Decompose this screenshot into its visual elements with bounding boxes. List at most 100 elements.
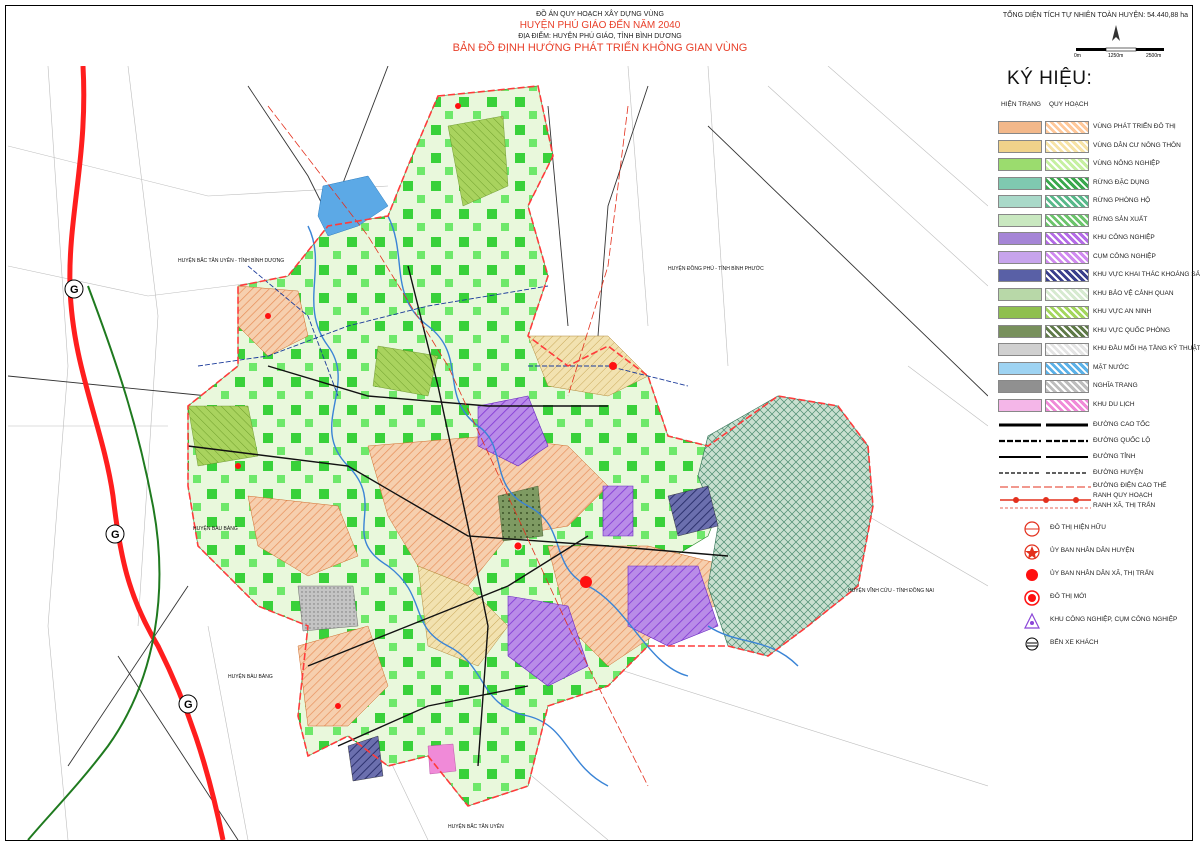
legend-label: KHU ĐẦU MỐI HẠ TẦNG KỸ THUẬT	[1093, 345, 1200, 352]
legend-item: RỪNG ĐẶC DỤNG	[995, 176, 1190, 192]
industrial-park-d	[602, 485, 634, 537]
legend-swatch-existing	[998, 176, 1042, 190]
legend-road-label: ĐƯỜNG QUỐC LỘ	[1093, 437, 1151, 444]
cemetery-area	[297, 585, 359, 632]
legend-item: VÙNG DÂN CƯ NÔNG THÔN	[995, 139, 1190, 155]
legend-swatch-planned	[1045, 287, 1089, 301]
scale-0: 0m	[1074, 53, 1081, 58]
legend-symbol: ĐÔ THỊ MỚI	[995, 589, 1190, 607]
legend-road-line	[999, 456, 1041, 458]
legend-swatch-planned	[1045, 158, 1089, 171]
location-line: ĐỊA ĐIỂM: HUYỆN PHÚ GIÁO, TỈNH BÌNH DƯƠN…	[518, 33, 682, 40]
planning-map[interactable]: G G G HUYỆN BẮC TÂN UYÊN - TỈNH BÌNH DƯƠ…	[8, 66, 988, 840]
legend-label: CỤM CÔNG NGHIỆP	[1093, 252, 1156, 260]
legend-label: KHU VỰC AN NINH	[1093, 308, 1152, 315]
legend-swatch-planned	[1045, 176, 1089, 190]
legend-symbol: ỦY BAN NHÂN DÂN HUYỆN	[995, 543, 1190, 561]
legend-swatch-planned	[1045, 250, 1089, 264]
legend-label: RỪNG ĐẶC DỤNG	[1093, 178, 1150, 186]
expressway-marker-2: G	[105, 524, 125, 544]
scale-1: 1250m	[1108, 53, 1123, 58]
bus-station-icon	[1025, 637, 1039, 651]
legend-item: KHU VỰC AN NINH	[995, 305, 1190, 321]
legend-label: KHU DU LỊCH	[1093, 400, 1135, 408]
title-block: ĐỒ ÁN QUY HOẠCH XÂY DỰNG VÙNG HUYỆN PHÚ …	[420, 10, 780, 55]
scale-2: 2500m	[1146, 53, 1161, 58]
expressway-marker-3: G	[178, 694, 198, 714]
legend-swatch-existing	[998, 121, 1042, 134]
legend-swatch-existing	[998, 361, 1042, 375]
legend-swatch-existing	[998, 306, 1042, 319]
legend-road-line	[999, 423, 1041, 427]
legend-road-line	[1046, 423, 1088, 427]
plan-title: HUYỆN PHÚ GIÁO ĐẾN NĂM 2040	[519, 20, 681, 31]
project-name: ĐỒ ÁN QUY HOẠCH XÂY DỰNG VÙNG	[536, 11, 664, 18]
north-arrow-icon	[1112, 25, 1120, 41]
legend-item: KHU ĐẦU MỐI HẠ TẦNG KỸ THUẬT	[995, 342, 1200, 358]
legend-item: RỪNG PHÒNG HỘ	[995, 194, 1190, 210]
legend-label: VÙNG PHÁT TRIỂN ĐÔ THỊ	[1093, 123, 1176, 130]
legend-item: KHU CÔNG NGHIỆP	[995, 231, 1190, 247]
legend-title: KÝ HIỆU:	[1007, 68, 1093, 89]
legend-swatch-planned	[1045, 195, 1089, 208]
svg-text:G: G	[70, 284, 79, 296]
security-area-west	[187, 405, 259, 467]
neighbor-label-4: HUYỆN BÀU BÀNG	[228, 672, 273, 680]
legend-swatch-existing	[998, 380, 1042, 393]
legend-swatch-planned	[1045, 324, 1089, 338]
legend-item: KHU VỰC QUỐC PHÒNG	[995, 324, 1190, 340]
legend-symbol: BẾN XE KHÁCH	[995, 635, 1190, 653]
legend-swatch-existing	[998, 269, 1042, 282]
legend-symbol-label: ĐÔ THỊ HIỆN HỮU	[1050, 524, 1106, 531]
legend-label: VÙNG NÔNG NGHIỆP	[1093, 160, 1160, 167]
legend-boundary-label: RANH XÃ, THỊ TRẤN	[1093, 502, 1156, 509]
legend-swatch-planned	[1045, 232, 1089, 245]
industrial-cluster-icon	[1024, 612, 1040, 629]
scale-bar: 0m 1250m 2500m	[1074, 47, 1164, 58]
legend-panel: KÝ HIỆU: HIỆN TRẠNG QUY HOẠCH VÙNG PHÁT …	[995, 68, 1200, 658]
legend-item: NGHĨA TRANG	[995, 379, 1190, 395]
legend-symbol-label: ĐÔ THỊ MỚI	[1050, 593, 1087, 600]
neighbor-label-3: HUYỆN BÀU BÀNG	[193, 524, 238, 532]
legend-road-label: ĐƯỜNG CAO TỐC	[1093, 421, 1150, 428]
legend-label: MẶT NƯỚC	[1093, 363, 1129, 371]
legend-swatch-existing	[998, 287, 1042, 301]
legend-road: ĐƯỜNG CAO TỐC	[995, 418, 1190, 434]
legend-symbol-label: BẾN XE KHÁCH	[1050, 639, 1099, 646]
neighbor-label-2: HUYỆN ĐỒNG PHÚ - TỈNH BÌNH PHƯỚC	[668, 264, 764, 272]
legend-label: KHU BẢO VỆ CẢNH QUAN	[1093, 289, 1174, 297]
legend-col-existing: HIỆN TRẠNG	[1001, 101, 1041, 108]
legend-item: VÙNG PHÁT TRIỂN ĐÔ THỊ	[995, 120, 1190, 136]
legend-swatch-planned	[1045, 398, 1089, 412]
legend-symbol-label: KHU CÔNG NGHIỆP, CỤM CÔNG NGHIỆP	[1050, 616, 1178, 623]
legend-swatch-existing	[998, 213, 1042, 227]
legend-road-line	[1046, 439, 1088, 443]
total-area-note: TỔNG DIỆN TÍCH TỰ NHIÊN TOÀN HUYỆN: 54.4…	[1002, 12, 1188, 19]
legend-swatch-existing	[998, 324, 1042, 338]
district-land-use[interactable]	[187, 85, 874, 807]
neighbor-label-1: HUYỆN BẮC TÂN UYÊN - TỈNH BÌNH DƯƠNG	[178, 256, 284, 264]
legend-powerline-label: ĐƯỜNG ĐIỆN CAO THẾ	[1093, 482, 1167, 489]
svg-text:G: G	[111, 529, 120, 541]
legend-powerline: ĐƯỜNG ĐIỆN CAO THẾ RANH QUY HOẠCH RANH XÃ,…	[995, 482, 1190, 514]
legend-powerline-line	[1000, 486, 1091, 509]
legend-symbol: ỦY BAN NHÂN DÂN XÃ, THỊ TRẤN	[995, 566, 1190, 584]
legend-label: VÙNG DÂN CƯ NÔNG THÔN	[1093, 141, 1181, 149]
legend-road-label: ĐƯỜNG TỈNH	[1093, 453, 1136, 460]
legend-label: RỪNG PHÒNG HỘ	[1093, 197, 1151, 204]
expressway-marker-1: G	[64, 279, 84, 299]
legend-swatch-existing	[998, 195, 1042, 208]
new-urban-icon	[1024, 590, 1040, 606]
commune-committee-icon	[1026, 569, 1038, 581]
neighbor-label-5: HUYỆN VĨNH CỬU - TỈNH ĐỒNG NAI	[848, 586, 934, 594]
legend-swatch-existing	[998, 139, 1042, 153]
legend-label: NGHĨA TRANG	[1093, 382, 1138, 389]
legend-road: ĐƯỜNG QUỐC LỘ	[995, 434, 1190, 450]
legend-road-line	[1046, 472, 1088, 474]
legend-swatch-planned	[1045, 343, 1089, 356]
legend-item: MẶT NƯỚC	[995, 361, 1190, 377]
legend-item: RỪNG SẢN XUẤT	[995, 213, 1190, 229]
legend-swatch-planned	[1045, 380, 1089, 393]
legend-road-label: ĐƯỜNG HUYỆN	[1093, 469, 1144, 476]
defense-area	[497, 485, 544, 542]
